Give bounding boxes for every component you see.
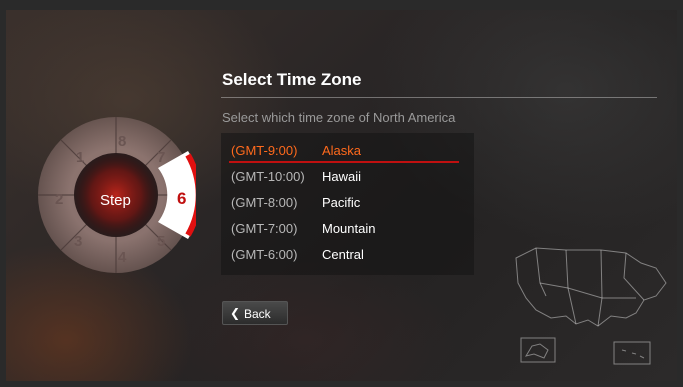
timezone-option-mountain[interactable]: (GMT-7:00) Mountain: [221, 214, 474, 240]
timezone-name: Hawaii: [322, 169, 362, 184]
setup-step-wheel: 8 7 1 2 3 4 5 6 Step: [36, 115, 202, 275]
step-number-5: 5: [157, 233, 166, 250]
timezone-offset: (GMT-9:00): [231, 143, 298, 158]
timezone-name: Alaska: [322, 143, 362, 158]
page-subtitle: Select which time zone of North America: [222, 110, 456, 125]
chevron-left-icon: ❮: [230, 306, 241, 320]
timezone-list: (GMT-9:00) Alaska (GMT-10:00) Hawaii (GM…: [221, 133, 474, 275]
step-number-1: 1: [76, 149, 85, 166]
step-number-7: 7: [157, 149, 166, 166]
timezone-option-central[interactable]: (GMT-6:00) Central: [221, 240, 474, 266]
timezone-name: Central: [322, 247, 364, 262]
back-button-label: Back: [244, 307, 271, 321]
timezone-name: Mountain: [322, 221, 376, 236]
timezone-offset: (GMT-6:00): [231, 247, 298, 262]
step-number-2: 2: [55, 191, 64, 208]
current-step-number: 6: [177, 189, 187, 208]
title-divider: [221, 97, 657, 98]
timezone-offset: (GMT-7:00): [231, 221, 298, 236]
setup-screen: 8 7 1 2 3 4 5 6 Step Select Time Zone Se…: [6, 10, 677, 381]
timezone-option-alaska[interactable]: (GMT-9:00) Alaska: [221, 136, 474, 163]
page-title: Select Time Zone: [222, 70, 362, 89]
timezone-option-hawaii[interactable]: (GMT-10:00) Hawaii: [221, 162, 474, 188]
wheel-center-label: Step: [100, 192, 131, 209]
step-number-3: 3: [74, 233, 83, 250]
timezone-offset: (GMT-10:00): [231, 169, 305, 184]
step-number-8: 8: [118, 133, 127, 150]
timezone-option-pacific[interactable]: (GMT-8:00) Pacific: [221, 188, 474, 214]
back-button[interactable]: ❮ Back: [222, 301, 288, 325]
step-number-4: 4: [118, 249, 127, 266]
north-america-map-icon: [506, 238, 671, 368]
timezone-offset: (GMT-8:00): [231, 195, 298, 210]
timezone-name: Pacific: [322, 195, 361, 210]
